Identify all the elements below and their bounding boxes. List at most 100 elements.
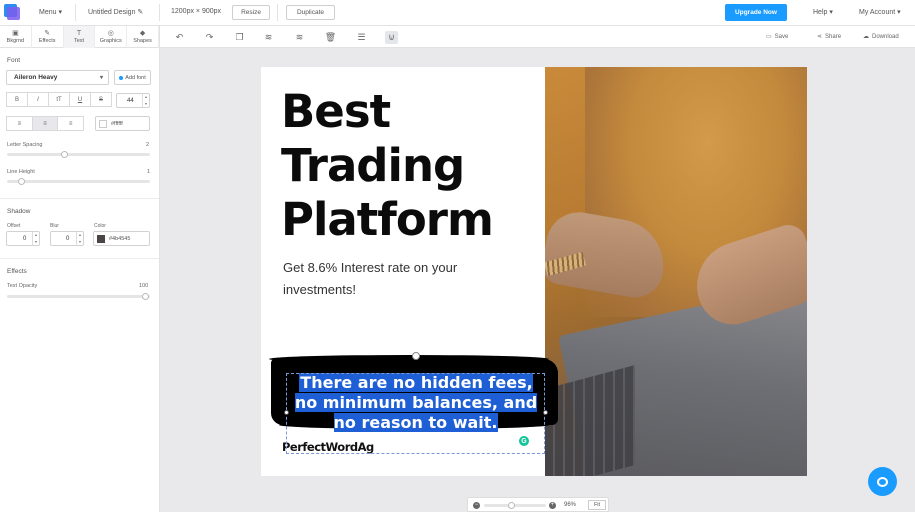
text-color-picker[interactable]: #ffffff [95, 116, 150, 131]
opacity-slider[interactable] [7, 295, 150, 298]
line-height-slider[interactable] [7, 180, 150, 183]
canvas-dimensions: 1200px × 900px [171, 8, 222, 15]
duplicate-button[interactable]: Duplicate [286, 5, 335, 20]
design-canvas[interactable]: Best Trading Platform Get 8.6% Interest … [261, 67, 807, 476]
divider [0, 258, 159, 259]
blur-stepper[interactable]: ▲ ▼ [76, 232, 83, 245]
italic-button[interactable]: I [27, 92, 49, 107]
wand-icon: ✎ [44, 30, 51, 37]
headline[interactable]: Best Trading Platform [281, 85, 494, 247]
account-menu[interactable]: My Account ▾ [859, 8, 901, 16]
plus-icon [119, 75, 124, 80]
tab-graphics[interactable]: ◎ Graphics [95, 26, 128, 48]
bring-forward-icon[interactable]: ≋ [293, 31, 306, 44]
divider [277, 4, 278, 21]
share-button[interactable]: ⋖ Share [817, 33, 841, 41]
add-font-button[interactable]: Add font [114, 70, 151, 85]
tab-label: Graphics [99, 38, 122, 44]
align-right-button[interactable]: ≡ [57, 116, 85, 131]
selection-box [286, 373, 545, 454]
fit-button[interactable]: Fit [588, 500, 606, 510]
tab-shapes[interactable]: ◆ Shapes [127, 26, 159, 48]
help-menu[interactable]: Help ▾ [813, 8, 833, 16]
tab-background[interactable]: ▣ Bkgrnd [0, 26, 32, 48]
text-style-buttons: B I tT U S [6, 92, 112, 107]
pencil-icon: ✎ [137, 9, 144, 16]
opacity-knob[interactable] [142, 293, 149, 300]
text-case-button[interactable]: tT [48, 92, 70, 107]
resize-button[interactable]: Resize [232, 5, 270, 20]
chat-button[interactable] [868, 467, 897, 496]
download-label: Download [872, 33, 899, 40]
text-icon: T [76, 30, 82, 37]
offset-label: Offset [7, 223, 21, 229]
zoom-slider[interactable] [484, 504, 546, 507]
font-select[interactable]: Aileron Heavy ▾ [6, 70, 109, 85]
download-button[interactable]: ☁ Download [863, 33, 899, 41]
align-center-icon: ≡ [43, 120, 47, 127]
font-size-input[interactable]: 44 ▲ ▼ [116, 93, 150, 108]
shadow-color-picker[interactable]: #4b4545 [93, 231, 150, 246]
zoom-knob[interactable] [508, 502, 515, 509]
design-name[interactable]: Untitled Design ✎ [88, 8, 143, 16]
tab-label: Bkgrnd [6, 38, 25, 44]
headline-line-1: Best [281, 85, 391, 138]
resize-handle-left[interactable] [284, 410, 289, 415]
tab-label: Shapes [133, 38, 152, 44]
tab-text[interactable]: T Text [63, 26, 96, 48]
rotate-handle-icon[interactable] [412, 352, 420, 360]
properties-panel: Font Aileron Heavy ▾ Add font B I tT U S … [0, 48, 160, 512]
menu-button[interactable]: Menu ▾ [39, 8, 62, 16]
letter-spacing-slider[interactable] [7, 153, 150, 156]
align-right-icon: ≡ [68, 120, 73, 127]
menu-label: Menu [39, 9, 57, 16]
tab-effects[interactable]: ✎ Effects [32, 26, 64, 48]
send-backward-icon[interactable]: ≋ [262, 31, 275, 44]
bold-button[interactable]: B [6, 92, 28, 107]
align-left-icon: ≡ [17, 120, 22, 127]
divider [0, 198, 159, 199]
chevron-down-icon: ▾ [829, 9, 833, 16]
grammarly-icon[interactable]: G [519, 436, 529, 446]
resize-handle-right[interactable] [543, 410, 548, 415]
line-height-knob[interactable] [18, 178, 25, 185]
app-logo[interactable] [4, 4, 20, 20]
list-icon[interactable]: ☰ [355, 31, 368, 44]
zoom-controls: − + 96% Fit [467, 497, 609, 512]
tab-label: Effects [38, 38, 56, 44]
headline-line-2: Trading [281, 139, 465, 192]
headline-line-3: Platform [281, 193, 494, 246]
cloud-download-icon: ☁ [863, 34, 869, 40]
text-color-value: #ffffff [111, 120, 123, 127]
upgrade-button[interactable]: Upgrade Now [725, 4, 787, 21]
toolbar: ▣ Bkgrnd ✎ Effects T Text ◎ Graphics ◆ Shapes… [0, 26, 915, 48]
copy-icon[interactable]: ❐ [233, 31, 246, 44]
share-icon: ⋖ [817, 34, 823, 40]
delete-icon[interactable]: 🗑 [324, 31, 337, 44]
save-button[interactable]: ▭ Save [766, 33, 788, 41]
letter-spacing-value: 2 [146, 142, 150, 148]
photo-keyboard [545, 364, 635, 476]
shadow-blur-input[interactable]: 0 ▲ ▼ [50, 231, 84, 246]
align-left-button[interactable]: ≡ [6, 116, 33, 131]
opacity-label: Text Opacity [7, 283, 38, 289]
undo-icon[interactable]: ↶ [173, 31, 186, 44]
subheadline[interactable]: Get 8.6% Interest rate on your investmen… [283, 257, 523, 301]
help-label: Help [813, 9, 828, 16]
zoom-out-icon[interactable]: − [473, 502, 480, 509]
letter-spacing-knob[interactable] [61, 151, 68, 158]
redo-icon[interactable]: ↷ [203, 31, 216, 44]
magnet-icon[interactable]: ⊍ [385, 31, 398, 44]
side-tabs: ▣ Bkgrnd ✎ Effects T Text ◎ Graphics ◆ Shapes [0, 26, 160, 48]
zoom-in-icon[interactable]: + [549, 502, 556, 509]
shadow-offset-input[interactable]: 0 ▲ ▼ [6, 231, 40, 246]
line-height-label: Line Height [7, 169, 35, 175]
letter-spacing-label: Letter Spacing [7, 142, 43, 148]
offset-stepper[interactable]: ▲ ▼ [32, 232, 39, 245]
photo-laptop-hands[interactable] [545, 67, 807, 476]
blur-label: Blur [50, 223, 59, 229]
strikethrough-button[interactable]: S [90, 92, 112, 107]
font-size-stepper[interactable]: ▲ ▼ [142, 94, 149, 107]
underline-button[interactable]: U [69, 92, 91, 107]
align-center-button[interactable]: ≡ [31, 116, 59, 131]
